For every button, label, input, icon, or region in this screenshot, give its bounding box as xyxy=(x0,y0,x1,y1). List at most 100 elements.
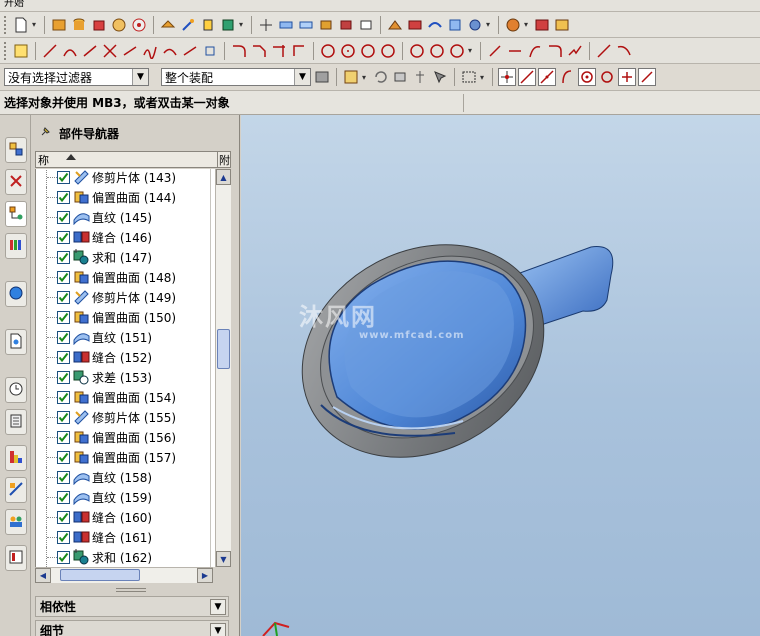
scroll-right-icon[interactable]: ▶ xyxy=(197,568,213,583)
dependencies-section[interactable]: 相依性 ▼ xyxy=(35,596,229,617)
cross-line-icon[interactable] xyxy=(101,42,119,60)
visibility-checkbox[interactable] xyxy=(57,311,70,324)
tree-row[interactable]: 偏置曲面 (150) xyxy=(36,307,217,327)
existing-point-snap-icon[interactable] xyxy=(618,68,636,86)
thicken-icon[interactable] xyxy=(466,16,484,34)
tree-row[interactable]: 缝合 (146) xyxy=(36,227,217,247)
blend-icon[interactable] xyxy=(337,16,355,34)
assembly-navigator-tab[interactable] xyxy=(5,137,27,163)
trim-body-icon[interactable] xyxy=(386,16,404,34)
visibility-checkbox[interactable] xyxy=(57,211,70,224)
tree-row[interactable]: 缝合 (160) xyxy=(36,507,217,527)
tree-row[interactable]: 修剪片体 (143) xyxy=(36,169,217,187)
pattern-icon[interactable] xyxy=(446,16,464,34)
rectangle-icon[interactable] xyxy=(448,42,466,60)
analysis-icon[interactable] xyxy=(504,16,522,34)
undo-selection-icon[interactable] xyxy=(371,68,389,86)
toolbar-grip[interactable] xyxy=(4,41,8,60)
snap-enable-icon[interactable] xyxy=(498,68,516,86)
line-icon[interactable] xyxy=(41,42,59,60)
toolbar-grip[interactable] xyxy=(4,15,8,34)
tangent-line-icon[interactable] xyxy=(121,42,139,60)
visibility-checkbox[interactable] xyxy=(57,271,70,284)
system-scenes-tab[interactable] xyxy=(5,545,27,571)
graphics-viewport[interactable]: 沐风网 www.mfcad.com xyxy=(241,115,760,636)
roles-tab[interactable] xyxy=(5,509,27,535)
tree-row[interactable]: 直纹 (159) xyxy=(36,487,217,507)
tree-row[interactable]: 修剪片体 (155) xyxy=(36,407,217,427)
tree-row[interactable]: 修剪片体 (149) xyxy=(36,287,217,307)
constraint-navigator-tab[interactable] xyxy=(5,169,27,195)
midpoint-snap-icon[interactable] xyxy=(538,68,556,86)
tree-row[interactable]: 缝合 (152) xyxy=(36,347,217,367)
visibility-checkbox[interactable] xyxy=(57,531,70,544)
chevron-down-icon[interactable]: ▾ xyxy=(486,20,493,29)
web-browser-tab[interactable] xyxy=(5,281,27,307)
slash-line-icon[interactable] xyxy=(595,42,613,60)
surface-icon[interactable] xyxy=(297,16,315,34)
visibility-checkbox[interactable] xyxy=(57,371,70,384)
system-materials-tab[interactable] xyxy=(5,409,27,435)
spline-icon[interactable] xyxy=(141,42,159,60)
reuse-library-tab[interactable] xyxy=(5,233,27,259)
scroll-up-icon[interactable]: ▲ xyxy=(216,169,231,185)
arc-curve-icon[interactable] xyxy=(615,42,633,60)
chevron-down-icon[interactable]: ▾ xyxy=(362,73,369,82)
feature-icon[interactable] xyxy=(130,16,148,34)
chevron-down-icon[interactable]: ▼ xyxy=(210,599,226,615)
chevron-down-icon[interactable]: ▾ xyxy=(239,20,246,29)
ellipse-icon[interactable] xyxy=(408,42,426,60)
arc-icon[interactable] xyxy=(61,42,79,60)
box-icon[interactable] xyxy=(90,16,108,34)
derived-curve-icon[interactable] xyxy=(486,42,504,60)
helix-icon[interactable] xyxy=(181,42,199,60)
assembly-scope-dropdown[interactable]: 整个装配 ▼ xyxy=(161,68,311,86)
assembly-filter-icon[interactable] xyxy=(313,68,331,86)
move-icon[interactable] xyxy=(199,16,217,34)
curve-icon[interactable] xyxy=(161,42,179,60)
tree-row[interactable]: 求差 (153) xyxy=(36,367,217,387)
visibility-checkbox[interactable] xyxy=(57,291,70,304)
layer-icon[interactable] xyxy=(553,16,571,34)
arrow-select-icon[interactable] xyxy=(431,68,449,86)
endpoint-snap-icon[interactable] xyxy=(518,68,536,86)
column-name-header[interactable]: 称 xyxy=(38,154,49,167)
polygon-icon[interactable] xyxy=(428,42,446,60)
shell-icon[interactable] xyxy=(317,16,335,34)
chevron-down-icon[interactable]: ▾ xyxy=(32,20,39,29)
visualization-tab[interactable] xyxy=(5,445,27,471)
visibility-checkbox[interactable] xyxy=(57,191,70,204)
project-curve-icon[interactable] xyxy=(546,42,564,60)
tree-row[interactable]: 偏置曲面 (148) xyxy=(36,267,217,287)
tree-row[interactable]: 直纹 (158) xyxy=(36,467,217,487)
chamfer-icon[interactable] xyxy=(357,16,375,34)
circle-icon[interactable] xyxy=(319,42,337,60)
trim-curve-icon[interactable] xyxy=(270,42,288,60)
process-studio-tab[interactable] xyxy=(5,477,27,503)
line-icon[interactable] xyxy=(81,42,99,60)
sew-icon[interactable] xyxy=(406,16,424,34)
model-3d-view[interactable] xyxy=(241,115,760,636)
column-right-header[interactable]: 附 xyxy=(217,151,230,168)
tree-row[interactable]: 缝合 (161) xyxy=(36,527,217,547)
tree-row[interactable]: 求和 (162) xyxy=(36,547,217,567)
point-on-curve-snap-icon[interactable] xyxy=(558,68,576,86)
intersect-curve-icon[interactable] xyxy=(566,42,584,60)
arc-center-snap-icon[interactable] xyxy=(578,68,596,86)
pin-icon[interactable] xyxy=(39,126,51,141)
type-filter-icon[interactable] xyxy=(342,68,360,86)
tree-row[interactable]: 偏置曲面 (144) xyxy=(36,187,217,207)
selection-filter-dropdown[interactable]: 没有选择过滤器 ▼ xyxy=(4,68,149,86)
chevron-down-icon[interactable]: ▾ xyxy=(468,46,475,55)
deselect-icon[interactable] xyxy=(391,68,409,86)
visibility-checkbox[interactable] xyxy=(57,431,70,444)
circle-center-icon[interactable] xyxy=(339,42,357,60)
cylinder-icon[interactable] xyxy=(70,16,88,34)
chevron-down-icon[interactable]: ▼ xyxy=(210,623,226,636)
visibility-checkbox[interactable] xyxy=(57,251,70,264)
navigator-column-header[interactable]: 称 附 xyxy=(35,151,231,168)
section-icon[interactable] xyxy=(201,42,219,60)
extend-curve-icon[interactable] xyxy=(290,42,308,60)
visibility-checkbox[interactable] xyxy=(57,411,70,424)
chevron-down-icon[interactable]: ▼ xyxy=(132,69,148,85)
